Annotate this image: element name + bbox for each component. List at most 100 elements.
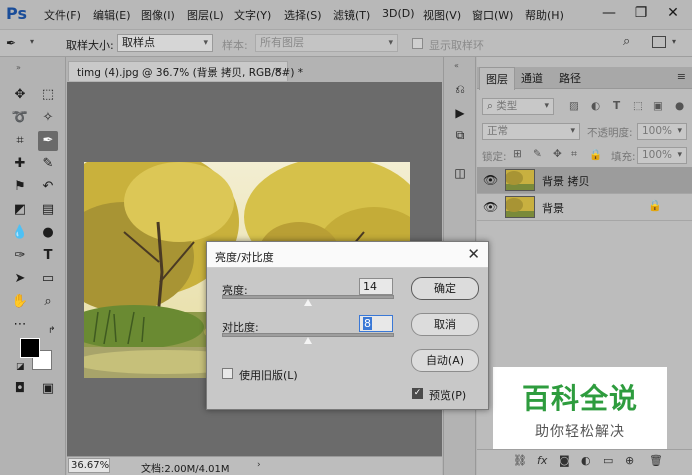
collapse-icon[interactable]: » (16, 63, 21, 72)
panel-menu-icon[interactable]: ≡ (677, 70, 686, 83)
tab-paths[interactable]: 路径 (559, 70, 581, 86)
tab-channels[interactable]: 通道 (521, 70, 543, 86)
zoom-level-input[interactable]: 36.67% (68, 458, 110, 473)
actions-play-icon[interactable]: ▶ (450, 103, 470, 123)
marquee-tool-icon[interactable]: ⬚ (38, 85, 58, 105)
rectangle-tool-icon[interactable]: ▭ (38, 269, 58, 289)
zoom-tool-icon[interactable]: ⌕ (38, 292, 58, 312)
menu-image[interactable]: 图像(I) (141, 7, 175, 23)
layer-name[interactable]: 背景 (542, 200, 564, 216)
pen-tool-icon[interactable]: ✑ (10, 246, 30, 266)
3d-panel-icon[interactable]: ⧉ (450, 125, 470, 145)
legacy-checkbox[interactable] (222, 368, 233, 379)
new-layer-icon[interactable]: ⊕ (625, 454, 634, 467)
lock-position-icon[interactable]: ✥ (553, 148, 562, 160)
filter-smart-icon[interactable]: ▣ (653, 100, 663, 112)
preview-checkbox[interactable]: ✓ (412, 388, 423, 399)
type-tool-icon[interactable]: T (38, 246, 58, 266)
more-tools-icon[interactable]: ⋯ (10, 315, 30, 335)
opacity-input[interactable]: 100% ▾ (637, 123, 687, 140)
new-group-icon[interactable]: ▭ (603, 454, 613, 467)
move-tool-icon[interactable]: ✥ (10, 85, 30, 105)
history-panel-icon[interactable]: ⎌ (450, 79, 470, 99)
restore-button[interactable]: ❐ (626, 2, 656, 24)
filter-pixel-icon[interactable]: ▨ (569, 100, 579, 112)
magic-wand-icon[interactable]: ✧ (38, 108, 58, 128)
minimize-button[interactable]: — (594, 2, 624, 24)
close-icon[interactable]: ✕ (467, 245, 480, 263)
document-tab[interactable]: timg (4).jpg @ 36.7% (背景 拷贝, RGB/8#) * × (68, 61, 303, 81)
brightness-input[interactable]: 14 (359, 278, 393, 295)
eyedropper-preset-icon[interactable]: ✒ (6, 36, 16, 50)
lasso-tool-icon[interactable]: ➰ (10, 108, 30, 128)
hand-tool-icon[interactable]: ✋ (10, 292, 30, 312)
lock-transparency-icon[interactable]: ⊞ (513, 148, 522, 160)
link-layers-icon[interactable]: ⛓ (513, 454, 527, 467)
healing-brush-icon[interactable]: ✚ (10, 154, 30, 174)
auto-button[interactable]: 自动(A) (411, 349, 479, 372)
gradient-tool-icon[interactable]: ▤ (38, 200, 58, 220)
add-mask-icon[interactable]: ◙ (559, 454, 570, 467)
workspace-chevron-icon[interactable]: ▾ (672, 37, 676, 46)
cancel-button[interactable]: 取消 (411, 313, 479, 336)
collapse-icon[interactable]: « (454, 61, 459, 70)
properties-panel-icon[interactable]: ◫ (450, 163, 470, 183)
eye-icon[interactable]: 👁 (483, 200, 498, 214)
contrast-input[interactable]: 8 (359, 315, 393, 332)
filter-adjustment-icon[interactable]: ◐ (591, 100, 600, 112)
layer-name[interactable]: 背景 拷贝 (542, 173, 590, 189)
show-ring-checkbox[interactable] (412, 38, 423, 49)
menu-type[interactable]: 文字(Y) (234, 7, 271, 23)
fx-icon[interactable]: fx (537, 454, 547, 467)
eye-icon[interactable]: 👁 (483, 173, 498, 187)
close-window-button[interactable]: ✕ (658, 2, 688, 24)
sample-size-select[interactable]: 取样点 ▾ (117, 34, 213, 52)
layer-row-background-copy[interactable]: 👁 背景 拷贝 (477, 167, 692, 194)
menu-view[interactable]: 视图(V) (423, 7, 461, 23)
menu-3d[interactable]: 3D(D) (382, 7, 415, 20)
eyedropper-tool-icon[interactable]: ✒ (38, 131, 58, 151)
tab-layers[interactable]: 图层 (479, 67, 515, 90)
eraser-tool-icon[interactable]: ◩ (10, 200, 30, 220)
brush-tool-icon[interactable]: ✎ (38, 154, 58, 174)
history-brush-icon[interactable]: ↶ (38, 177, 58, 197)
filter-type-icon[interactable]: T (613, 100, 620, 112)
delete-layer-icon[interactable]: 🗑 (649, 454, 663, 467)
contrast-slider-thumb[interactable] (304, 337, 312, 344)
default-colors-icon[interactable]: ◪ (16, 362, 25, 372)
path-selection-icon[interactable]: ➤ (10, 269, 30, 289)
clone-stamp-icon[interactable]: ⚑ (10, 177, 30, 197)
menu-file[interactable]: 文件(F) (44, 7, 81, 23)
adjustment-layer-icon[interactable]: ◐ (581, 454, 591, 467)
preset-chevron-icon[interactable]: ▾ (30, 37, 34, 46)
search-icon[interactable]: ⌕ (623, 34, 630, 49)
blur-tool-icon[interactable]: 💧 (10, 223, 30, 243)
screen-mode-icon[interactable]: ▣ (38, 379, 58, 399)
workspace-icon[interactable] (652, 36, 666, 48)
filter-kind-select[interactable]: ⌕ 类型 ▾ (482, 98, 554, 115)
menu-layer[interactable]: 图层(L) (187, 7, 224, 23)
brightness-slider-thumb[interactable] (304, 299, 312, 306)
sample-select[interactable]: 所有图层 ▾ (255, 34, 398, 52)
foreground-color-swatch[interactable] (20, 338, 40, 358)
dialog-titlebar[interactable]: 亮度/对比度 ✕ (207, 242, 488, 268)
crop-tool-icon[interactable]: ⌗ (10, 131, 30, 151)
menu-help[interactable]: 帮助(H) (525, 7, 564, 23)
menu-select[interactable]: 选择(S) (284, 7, 322, 23)
layer-row-background[interactable]: 👁 背景 🔒 (477, 194, 692, 221)
chevron-right-icon[interactable]: › (257, 460, 261, 470)
menu-window[interactable]: 窗口(W) (472, 7, 513, 23)
quick-mask-icon[interactable]: ◘ (10, 379, 30, 399)
blend-mode-select[interactable]: 正常 ▾ (482, 123, 580, 140)
menu-filter[interactable]: 滤镜(T) (333, 7, 370, 23)
lock-all-icon[interactable]: 🔒 (589, 148, 602, 161)
menu-edit[interactable]: 编辑(E) (93, 7, 131, 23)
dodge-tool-icon[interactable]: ● (38, 223, 58, 243)
close-icon[interactable]: × (274, 64, 283, 77)
filter-toggle-icon[interactable]: ● (675, 100, 684, 112)
fill-input[interactable]: 100% ▾ (637, 147, 687, 164)
swap-colors-icon[interactable]: ↱ (48, 326, 56, 336)
filter-shape-icon[interactable]: ⬚ (633, 100, 643, 112)
lock-artboard-icon[interactable]: ⌗ (571, 148, 577, 161)
lock-pixels-icon[interactable]: ✎ (533, 148, 542, 160)
